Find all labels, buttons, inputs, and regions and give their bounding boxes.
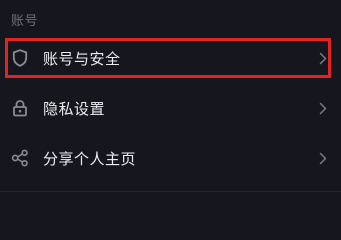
shield-icon [10, 48, 30, 68]
share-icon [10, 148, 30, 168]
section-title: 账号 [11, 14, 39, 29]
settings-item-share-profile[interactable]: 分享个人主页 [0, 135, 341, 181]
settings-item-account-security[interactable]: 账号与安全 [0, 35, 341, 81]
settings-item-label: 账号与安全 [43, 49, 121, 68]
divider [0, 191, 341, 192]
chevron-right-icon [318, 101, 328, 115]
chevron-right-icon [318, 151, 328, 165]
settings-item-label: 分享个人主页 [43, 149, 137, 168]
lock-icon [10, 98, 30, 118]
chevron-right-icon [318, 51, 328, 65]
settings-item-privacy[interactable]: 隐私设置 [0, 85, 341, 131]
settings-item-label: 隐私设置 [43, 99, 106, 118]
